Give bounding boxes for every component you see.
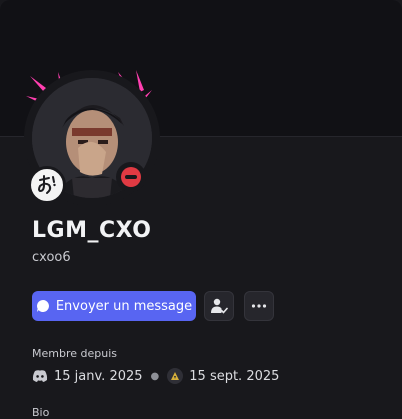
more-options-button[interactable]: [244, 291, 274, 321]
server-join-date: 15 sept. 2025: [189, 368, 280, 384]
more-options-icon: [251, 304, 267, 308]
member-since-row: 15 janv. 2025 ● 15 sept. 2025: [32, 367, 279, 385]
discord-join-date: 15 janv. 2025: [54, 368, 143, 384]
server-emblem-icon: [171, 372, 180, 380]
username[interactable]: cxoo6: [32, 250, 71, 265]
discord-logo-icon: [32, 370, 48, 382]
send-message-button[interactable]: Envoyer un message: [32, 291, 196, 321]
message-bubble-icon: [36, 300, 49, 312]
server-icon[interactable]: [167, 368, 184, 384]
separator-dot: ●: [150, 370, 160, 382]
dnd-status-icon: [121, 167, 141, 187]
add-friend-button[interactable]: [204, 291, 234, 321]
display-name: LGM_CXO: [32, 218, 152, 243]
profile-badge[interactable]: [28, 166, 66, 204]
status-indicator: [116, 162, 146, 192]
bio-label: Bio: [32, 406, 50, 419]
member-since-label: Membre depuis: [32, 347, 117, 360]
send-message-label: Envoyer un message: [55, 298, 193, 314]
add-friend-icon: [211, 298, 228, 314]
kana-badge-icon: [38, 175, 56, 194]
